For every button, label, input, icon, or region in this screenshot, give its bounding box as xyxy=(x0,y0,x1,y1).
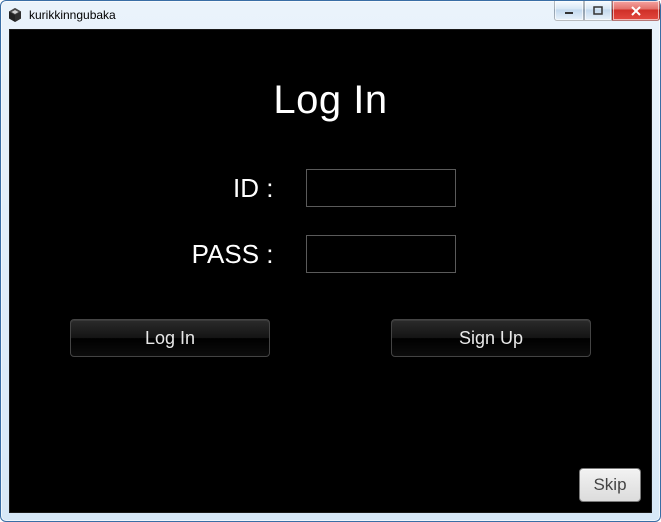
window-title: kurikkinngubaka xyxy=(29,8,116,22)
id-label: ID : xyxy=(126,173,306,204)
maximize-button[interactable] xyxy=(584,1,612,21)
page-title: Log In xyxy=(10,78,651,123)
window-controls xyxy=(554,1,660,21)
id-input[interactable] xyxy=(306,169,456,207)
close-button[interactable] xyxy=(612,1,660,21)
pass-row: PASS : xyxy=(10,235,651,273)
app-window: kurikkinngubaka Log In ID : PASS : xyxy=(0,0,661,522)
login-form: ID : PASS : xyxy=(10,169,651,273)
skip-button[interactable]: Skip xyxy=(579,468,641,502)
id-row: ID : xyxy=(10,169,651,207)
signup-button[interactable]: Sign Up xyxy=(391,319,591,357)
minimize-button[interactable] xyxy=(554,1,584,21)
button-row: Log In Sign Up xyxy=(10,319,651,357)
client-area: Log In ID : PASS : Log In Sign Up Skip xyxy=(9,29,652,513)
login-button[interactable]: Log In xyxy=(70,319,270,357)
titlebar: kurikkinngubaka xyxy=(1,1,660,29)
pass-input[interactable] xyxy=(306,235,456,273)
unity-icon xyxy=(7,7,23,23)
pass-label: PASS : xyxy=(126,239,306,270)
